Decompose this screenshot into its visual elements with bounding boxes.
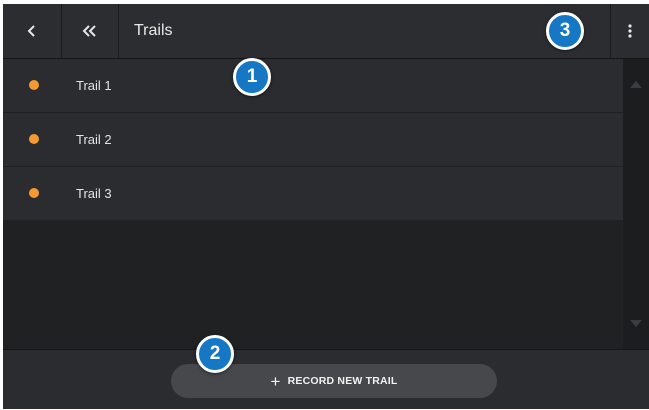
back-button[interactable] bbox=[3, 4, 62, 58]
trail-list: Trail 1 Trail 2 Trail 3 bbox=[3, 59, 623, 221]
trail-name: Trail 2 bbox=[76, 132, 112, 147]
callout-badge-2: 2 bbox=[196, 335, 234, 373]
more-options-button[interactable] bbox=[610, 4, 649, 58]
page-title: Trails bbox=[134, 22, 173, 39]
callout-badge-3: 3 bbox=[546, 12, 584, 50]
double-chevron-left-icon bbox=[82, 25, 96, 37]
trails-screen: Trails Trail 1 Trail 2 Trail 3 + RECORD … bbox=[3, 4, 649, 409]
scroll-up-arrow-icon[interactable] bbox=[630, 81, 642, 88]
trail-color-dot bbox=[29, 188, 39, 198]
footer-bar: + RECORD NEW TRAIL bbox=[3, 349, 649, 409]
trail-list-item[interactable]: Trail 2 bbox=[3, 113, 623, 167]
list-scrollbar[interactable] bbox=[623, 59, 649, 349]
trail-color-dot bbox=[29, 134, 39, 144]
scroll-down-arrow-icon[interactable] bbox=[630, 320, 642, 327]
trail-list-item[interactable]: Trail 1 bbox=[3, 59, 623, 113]
chevron-left-icon bbox=[27, 25, 35, 37]
back-to-top-button[interactable] bbox=[61, 4, 119, 58]
more-vertical-icon bbox=[628, 24, 632, 38]
trail-name: Trail 1 bbox=[76, 78, 112, 93]
record-button-label: RECORD NEW TRAIL bbox=[287, 375, 398, 387]
plus-icon: + bbox=[270, 371, 281, 391]
trail-list-item[interactable]: Trail 3 bbox=[3, 167, 623, 221]
callout-badge-1: 1 bbox=[233, 58, 271, 96]
trail-name: Trail 3 bbox=[76, 186, 112, 201]
trail-color-dot bbox=[29, 80, 39, 90]
